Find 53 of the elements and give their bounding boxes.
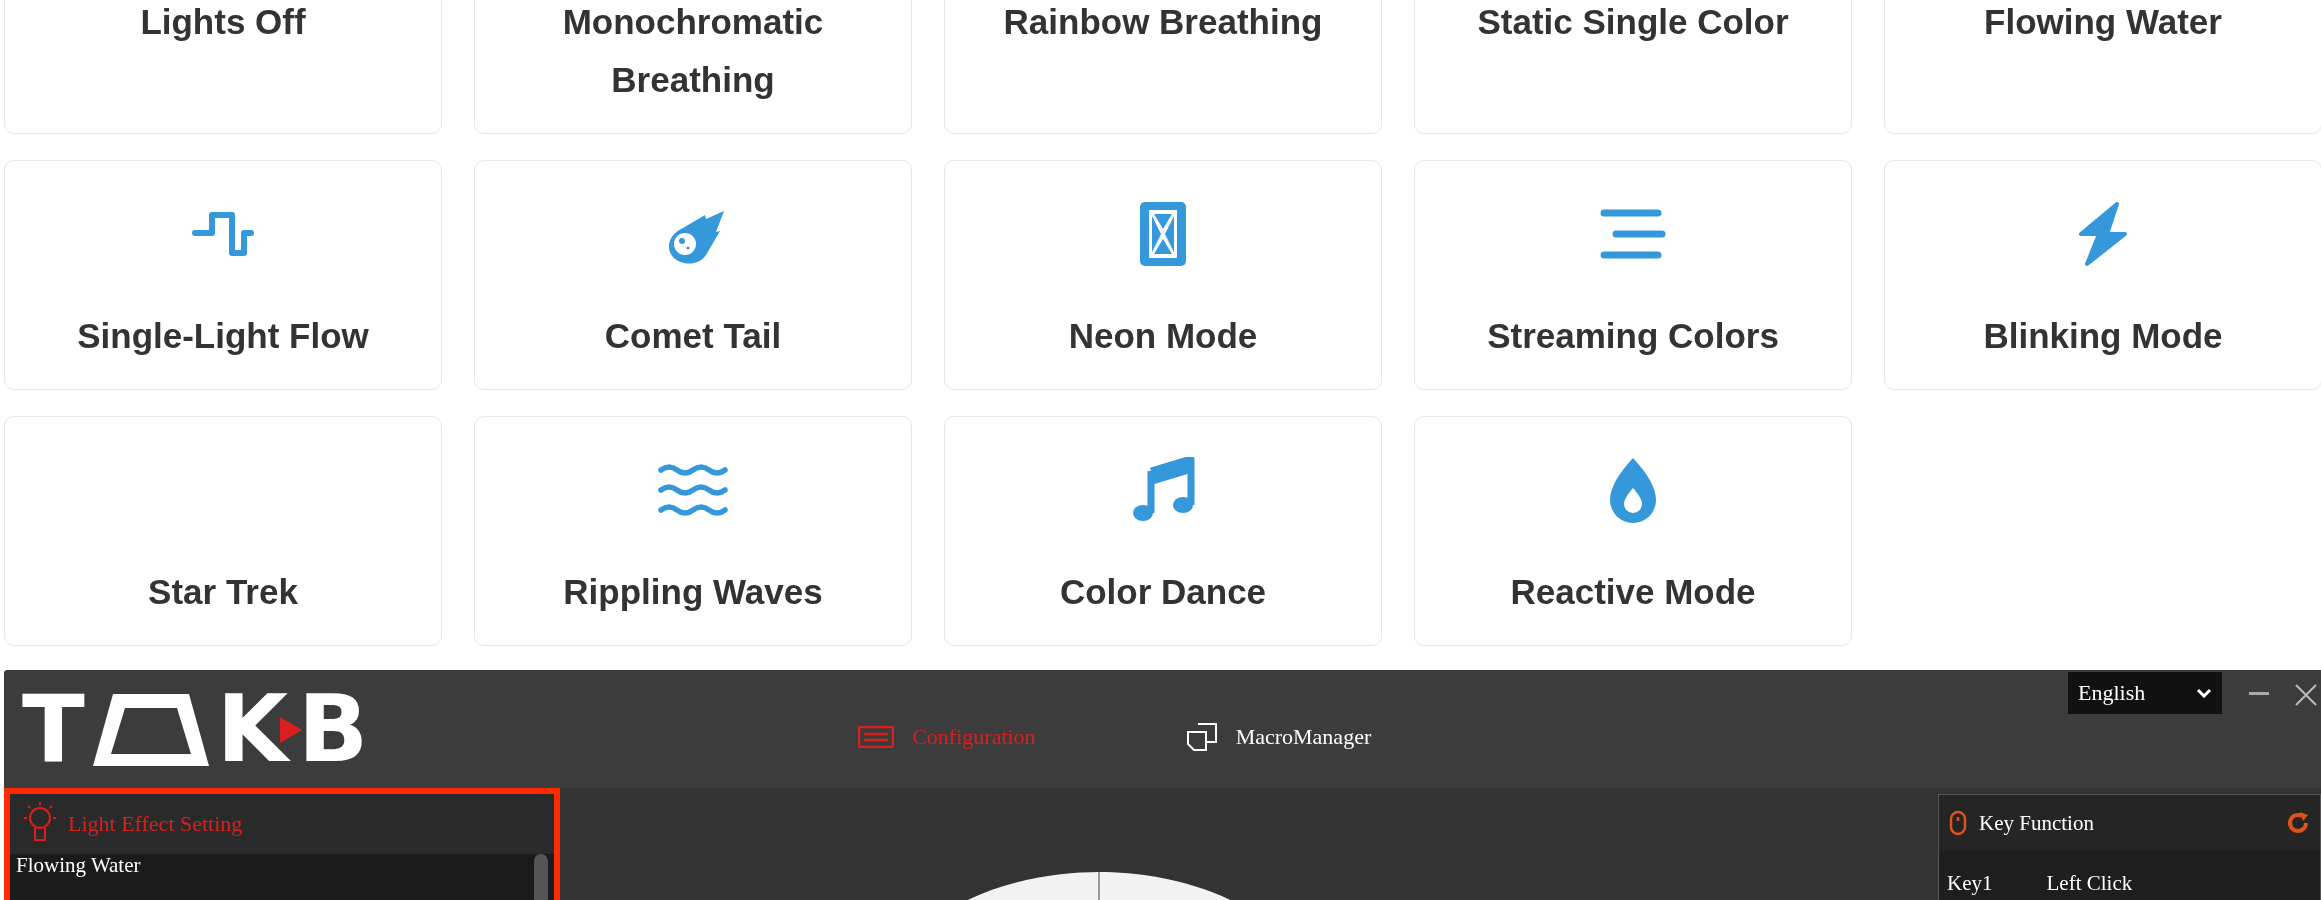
effect-label: Color Dance [1059,571,1267,613]
effect-card[interactable]: Reactive Mode [1414,416,1852,646]
panel-title: Key Function [1979,810,2094,836]
logo-letter: T [22,688,85,772]
waves-icon [657,464,729,516]
hourglass-icon [1140,202,1186,266]
effect-label: Single-Light Flow [77,315,369,357]
trapezoid-icon [90,692,211,768]
panel-title: Light Effect Setting [68,811,243,837]
key-function[interactable]: Left Click [2046,871,2133,900]
effect-label: Rippling Waves [563,571,823,613]
effect-card[interactable]: Single-Light Flow [4,160,442,390]
effect-label: Monochromatic Breathing [561,1,825,101]
effect-card[interactable]: Color Dance [944,416,1382,646]
logo-letter: K [216,688,289,772]
logo-letter: B [298,688,369,772]
close-icon[interactable] [2295,684,2317,706]
music-note-icon [1131,457,1195,523]
effect-label: Star Trek [148,571,298,613]
lightning-bolt-icon [2077,201,2129,267]
scrollbar[interactable] [534,854,548,900]
effect-label: Streaming Colors [1487,315,1779,357]
effect-card[interactable]: Lights Off [4,0,442,134]
effect-label: Flowing Water [1984,1,2222,43]
nav-tab[interactable]: MacroManager [1185,722,1372,752]
chevron-down-icon [2196,688,2212,698]
menu-lines-icon [1600,209,1666,259]
effect-label: Static Single Color [1477,1,1789,43]
effect-label: Blinking Mode [1983,315,2223,357]
effect-card[interactable]: Blinking Mode [1884,160,2321,390]
minimize-icon[interactable] [2249,692,2269,696]
effect-card[interactable]: Streaming Colors [1414,160,1852,390]
effect-card[interactable]: Rippling Waves [474,416,912,646]
effect-card[interactable]: Flowing Water [1884,0,2321,134]
effect-card[interactable]: Monochromatic Breathing [474,0,912,134]
refresh-icon[interactable] [2286,811,2310,835]
effect-card[interactable]: Static Single Color [1414,0,1852,134]
effect-label: Reactive Mode [1510,571,1756,613]
effect-label: Neon Mode [1068,315,1258,357]
effect-card[interactable]: Rainbow Breathing [944,0,1382,134]
keyboard-icon [858,726,895,748]
mouse-icon [1949,810,1967,836]
effect-card[interactable]: Neon Mode [944,160,1382,390]
pages-icon [1185,722,1218,752]
key-name: Key1 [1947,871,1993,897]
effect-card[interactable]: Star Trek [4,416,442,646]
water-drop-icon [1608,456,1658,524]
effect-card[interactable]: Comet Tail [474,160,912,390]
step-wave-icon [192,212,254,256]
effect-label: Lights Off [140,1,306,43]
language-select[interactable]: English [2068,672,2222,714]
effect-label: Comet Tail [604,315,782,357]
effect-label: Rainbow Breathing [1003,1,1323,43]
